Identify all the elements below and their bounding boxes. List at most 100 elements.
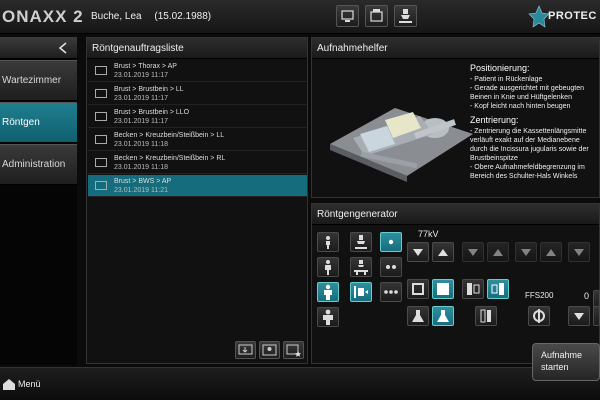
- row-checkbox[interactable]: [95, 158, 107, 167]
- dose-field-triple-button[interactable]: [380, 282, 402, 302]
- row-checkbox[interactable]: [95, 89, 107, 98]
- sidebar-collapse-button[interactable]: [0, 37, 77, 59]
- grid-button[interactable]: [475, 306, 497, 326]
- row-checkbox[interactable]: [95, 135, 107, 144]
- import-order-button[interactable]: [235, 341, 256, 359]
- chamber-icon: [467, 283, 480, 295]
- ma-up-button[interactable]: [487, 242, 509, 262]
- mas-down-button[interactable]: [568, 242, 590, 262]
- row-checkbox[interactable]: [95, 66, 107, 75]
- row-checkbox[interactable]: [95, 112, 107, 121]
- helper-title: Aufnahmehelfer: [312, 38, 599, 59]
- monitor-icon-button[interactable]: [336, 5, 359, 27]
- arrow-down-icon: [574, 313, 584, 321]
- mas-down-button-2[interactable]: [568, 306, 590, 326]
- favorite-order-button[interactable]: [283, 341, 304, 359]
- order-row[interactable]: Brust > Brustbein > LL 23.01.2019 11:17: [88, 83, 307, 105]
- order-row[interactable]: Becken > Kreuzbein/Steißbein > LL 23.01.…: [88, 129, 307, 151]
- patient-size-small-button[interactable]: [317, 232, 339, 252]
- brand-name: PROTEC: [548, 10, 597, 22]
- dot-center-icon: [388, 239, 394, 245]
- kv-value: 77kV: [418, 229, 439, 239]
- brand-logo: PROTEC: [528, 4, 600, 30]
- filter-active-button[interactable]: [432, 306, 454, 326]
- tube-top-icon: [355, 235, 367, 249]
- sidebar-item-roentgen[interactable]: Röntgen: [0, 102, 77, 143]
- patient-info: Buche, Lea (15.02.1988): [91, 11, 221, 22]
- dose-field-double-button[interactable]: [380, 257, 402, 277]
- time-down-button[interactable]: [515, 242, 537, 262]
- patient-size-medium-button[interactable]: [317, 257, 339, 277]
- sidebar-item-administration[interactable]: Administration: [0, 144, 77, 185]
- start-exposure-button[interactable]: Aufnahme starten: [532, 343, 600, 381]
- positioning-line: - Gerade ausgerichtet mit gebeugten Bein…: [470, 85, 585, 101]
- kv-down-button[interactable]: [407, 242, 429, 262]
- chamber-left-button[interactable]: [462, 279, 484, 299]
- xray-tube-icon: [399, 9, 412, 23]
- time-up-button[interactable]: [540, 242, 562, 262]
- menu-button[interactable]: Menü: [18, 379, 41, 389]
- centering-line: - Obere Aufnahmefeldbegrenzung im Bereic…: [470, 164, 585, 180]
- grid-icon: [480, 309, 491, 323]
- sidebar-item-label: Wartezimmer: [2, 75, 62, 86]
- patient-size-xlarge-button[interactable]: [317, 307, 339, 327]
- patient-card-button[interactable]: [259, 341, 280, 359]
- home-icon: [3, 379, 15, 390]
- mas-up-button-2[interactable]: [593, 306, 600, 326]
- chamber-right-button[interactable]: [487, 279, 509, 299]
- xray-tube-icon-button[interactable]: [394, 5, 417, 27]
- row-checkbox[interactable]: [95, 181, 107, 190]
- order-date: 23.01.2019 11:17: [114, 118, 168, 125]
- wall-stand-button[interactable]: [350, 282, 372, 302]
- density-normal-button[interactable]: [407, 279, 429, 299]
- centering-heading: Zentrierung:: [470, 115, 519, 125]
- bucky-table-button[interactable]: [350, 232, 372, 252]
- dot-double-icon: [386, 265, 396, 269]
- flask-icon: [412, 310, 424, 322]
- card-icon: [262, 344, 277, 356]
- order-exam: Brust > Brustbein > LLO: [114, 109, 190, 116]
- arrow-down-icon: [413, 249, 423, 257]
- order-list-title: Röntgenauftragsliste: [87, 38, 307, 59]
- order-row-selected[interactable]: Brust > BWS > AP 23.01.2019 11:21: [88, 175, 307, 197]
- patient-size-large-button[interactable]: [317, 282, 339, 302]
- order-date: 23.01.2019 11:18: [114, 141, 168, 148]
- focus-label: FFS200: [525, 291, 554, 300]
- order-row[interactable]: Becken > Kreuzbein/Steißbein > RL 23.01.…: [88, 152, 307, 174]
- import-icon: [238, 344, 253, 355]
- filter-button[interactable]: [407, 306, 429, 326]
- order-row[interactable]: Brust > Brustbein > LLO 23.01.2019 11:17: [88, 106, 307, 128]
- app-title: ONAXX 2: [2, 7, 84, 26]
- order-row[interactable]: Brust > Thorax > AP 23.01.2019 11:17: [88, 60, 307, 82]
- order-date: 23.01.2019 11:21: [114, 187, 168, 194]
- square-outline-icon: [412, 283, 424, 295]
- detector-icon-button[interactable]: [365, 5, 388, 27]
- table-workstation-button[interactable]: [350, 257, 372, 277]
- ma-down-button[interactable]: [462, 242, 484, 262]
- focus-button[interactable]: [528, 306, 550, 326]
- bottom-bar: Menü: [0, 367, 600, 400]
- square-filled-icon: [437, 283, 449, 295]
- person-large-icon: [324, 284, 332, 300]
- sidebar-item-wartezimmer[interactable]: Wartezimmer: [0, 60, 77, 101]
- order-exam: Becken > Kreuzbein/Steißbein > RL: [114, 155, 226, 162]
- person-xlarge-icon: [323, 309, 333, 325]
- wall-stand-icon: [354, 286, 368, 298]
- order-exam: Brust > Brustbein > LL: [114, 86, 184, 93]
- dose-field-center-button[interactable]: [380, 232, 402, 252]
- detector-icon: [370, 9, 383, 22]
- order-date: 23.01.2019 11:17: [114, 95, 168, 102]
- dot-triple-icon: [384, 290, 398, 294]
- kv-up-button[interactable]: [432, 242, 454, 262]
- order-list-panel: Röntgenauftragsliste Brust > Thorax > AP…: [86, 37, 308, 364]
- positioning-heading: Positionierung:: [470, 63, 530, 73]
- chevron-left-icon: [58, 42, 67, 54]
- mas-value: 0: [584, 291, 590, 301]
- density-high-button[interactable]: [432, 279, 454, 299]
- order-date: 23.01.2019 11:18: [114, 164, 168, 171]
- patient-position-illustration: [330, 108, 473, 182]
- star-logo-icon: [528, 5, 550, 28]
- top-bar: ONAXX 2 Buche, Lea (15.02.1988) PROTEC: [0, 0, 600, 34]
- person-small-icon: [326, 236, 330, 249]
- monitor-icon: [341, 10, 354, 22]
